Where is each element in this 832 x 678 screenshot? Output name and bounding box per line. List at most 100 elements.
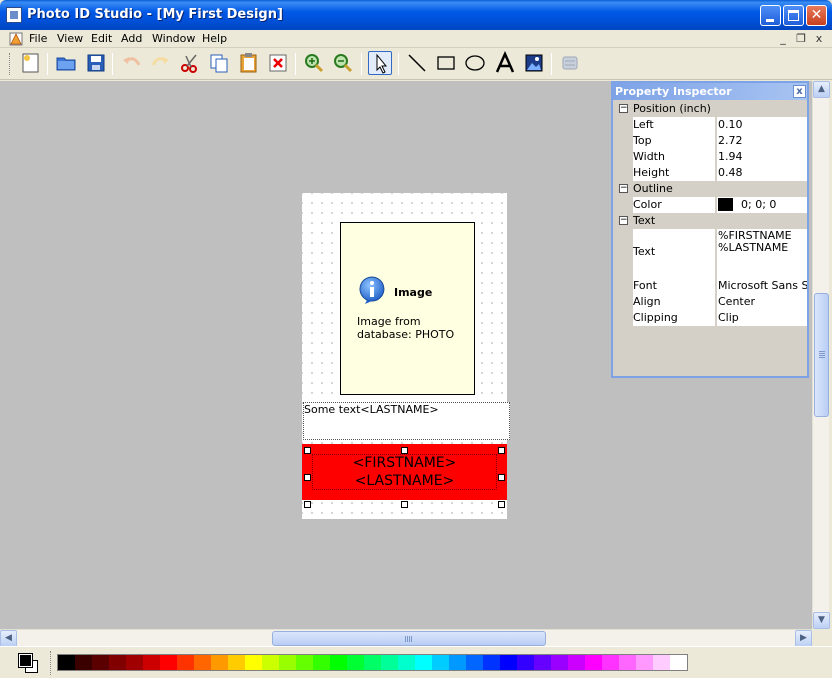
category-outline[interactable]: − Outline xyxy=(615,181,807,197)
palette-color-swatch[interactable] xyxy=(483,655,500,670)
image-tool-button[interactable] xyxy=(522,51,546,75)
collapse-icon[interactable]: − xyxy=(619,184,628,193)
minimize-button[interactable] xyxy=(760,5,781,26)
image-element[interactable]: Image Image from database: PHOTO xyxy=(340,222,475,395)
vertical-scrollbar[interactable]: ▲ ▼ xyxy=(812,81,830,629)
scroll-up-button[interactable]: ▲ xyxy=(813,81,830,98)
palette-color-swatch[interactable] xyxy=(398,655,415,670)
palette-color-swatch[interactable] xyxy=(75,655,92,670)
palette-color-swatch[interactable] xyxy=(670,655,687,670)
property-value-top[interactable]: 2.72 xyxy=(717,133,807,149)
delete-button[interactable] xyxy=(266,51,290,75)
palette-color-swatch[interactable] xyxy=(653,655,670,670)
property-row-left[interactable]: Left 0.10 xyxy=(615,117,807,133)
palette-color-swatch[interactable] xyxy=(262,655,279,670)
property-value-clipping[interactable]: Clip xyxy=(717,310,807,326)
palette-color-swatch[interactable] xyxy=(449,655,466,670)
palette-color-swatch[interactable] xyxy=(466,655,483,670)
horizontal-scrollbar[interactable]: ◀ ▶ xyxy=(0,629,812,647)
zoom-out-button[interactable] xyxy=(331,51,355,75)
palette-color-swatch[interactable] xyxy=(143,655,160,670)
palette-color-swatch[interactable] xyxy=(194,655,211,670)
save-button[interactable] xyxy=(84,51,108,75)
palette-color-swatch[interactable] xyxy=(568,655,585,670)
menu-view[interactable]: View xyxy=(57,32,83,45)
inspector-title-bar[interactable]: Property Inspector x xyxy=(613,83,807,100)
palette-color-swatch[interactable] xyxy=(619,655,636,670)
property-row-clipping[interactable]: Clipping Clip xyxy=(615,310,807,326)
palette-color-swatch[interactable] xyxy=(58,655,75,670)
app-icon[interactable] xyxy=(6,7,22,23)
palette-color-swatch[interactable] xyxy=(228,655,245,670)
property-value-color[interactable]: 0; 0; 0 xyxy=(717,197,807,213)
mdi-restore-button[interactable]: ❐ xyxy=(794,32,808,45)
copy-button[interactable] xyxy=(207,51,231,75)
horizontal-scroll-thumb[interactable] xyxy=(272,631,546,646)
redo-button[interactable] xyxy=(148,51,172,75)
close-button[interactable]: ✕ xyxy=(806,5,827,26)
menu-help[interactable]: Help xyxy=(202,32,227,45)
scroll-right-button[interactable]: ▶ xyxy=(795,630,812,647)
property-value-height[interactable]: 0.48 xyxy=(717,165,807,181)
collapse-icon[interactable]: − xyxy=(619,104,628,113)
text-tool-button[interactable] xyxy=(493,51,517,75)
palette-color-swatch[interactable] xyxy=(160,655,177,670)
property-row-height[interactable]: Height 0.48 xyxy=(615,165,807,181)
toolbar-grip[interactable] xyxy=(9,53,12,75)
menu-window[interactable]: Window xyxy=(152,32,195,45)
database-button[interactable] xyxy=(558,51,582,75)
document-icon[interactable] xyxy=(8,31,24,47)
palette-color-swatch[interactable] xyxy=(517,655,534,670)
palette-color-swatch[interactable] xyxy=(432,655,449,670)
category-position[interactable]: − Position (inch) xyxy=(615,101,807,117)
select-tool-button[interactable] xyxy=(368,51,392,75)
resize-handle-nw[interactable] xyxy=(304,447,311,454)
collapse-icon[interactable]: − xyxy=(619,216,628,225)
palette-color-swatch[interactable] xyxy=(109,655,126,670)
foreground-color-swatch[interactable] xyxy=(18,653,33,668)
text-element[interactable]: Some text<LASTNAME> xyxy=(303,402,510,440)
property-value-left[interactable]: 0.10 xyxy=(717,117,807,133)
mdi-minimize-button[interactable]: _ xyxy=(776,32,790,45)
palette-grip[interactable] xyxy=(50,651,53,675)
palette-color-swatch[interactable] xyxy=(585,655,602,670)
palette-color-swatch[interactable] xyxy=(177,655,194,670)
property-row-text[interactable]: Text %FIRSTNAME %LASTNAME xyxy=(615,229,807,278)
new-design-button[interactable] xyxy=(19,51,43,75)
resize-handle-n[interactable] xyxy=(401,447,408,454)
palette-color-swatch[interactable] xyxy=(211,655,228,670)
palette-color-swatch[interactable] xyxy=(313,655,330,670)
mdi-close-button[interactable]: x xyxy=(812,32,826,45)
ellipse-tool-button[interactable] xyxy=(463,51,487,75)
resize-handle-e[interactable] xyxy=(498,474,505,481)
palette-color-swatch[interactable] xyxy=(92,655,109,670)
palette-color-swatch[interactable] xyxy=(551,655,568,670)
category-text[interactable]: − Text xyxy=(615,213,807,229)
property-row-color[interactable]: Color 0; 0; 0 xyxy=(615,197,807,213)
property-value-font[interactable]: Microsoft Sans Serif xyxy=(717,278,807,294)
resize-handle-w[interactable] xyxy=(304,474,311,481)
palette-color-swatch[interactable] xyxy=(636,655,653,670)
palette-color-swatch[interactable] xyxy=(126,655,143,670)
cut-button[interactable] xyxy=(178,51,202,75)
line-tool-button[interactable] xyxy=(405,51,429,75)
resize-handle-ne[interactable] xyxy=(498,447,505,454)
menu-edit[interactable]: Edit xyxy=(91,32,112,45)
palette-color-swatch[interactable] xyxy=(347,655,364,670)
inspector-close-button[interactable]: x xyxy=(793,85,806,98)
resize-handle-se[interactable] xyxy=(498,501,505,508)
resize-handle-sw[interactable] xyxy=(304,501,311,508)
palette-color-swatch[interactable] xyxy=(415,655,432,670)
foreground-background-colors[interactable] xyxy=(17,652,39,674)
menu-add[interactable]: Add xyxy=(121,32,142,45)
zoom-in-button[interactable] xyxy=(302,51,326,75)
palette-color-swatch[interactable] xyxy=(602,655,619,670)
palette-color-swatch[interactable] xyxy=(279,655,296,670)
palette-color-swatch[interactable] xyxy=(364,655,381,670)
property-row-top[interactable]: Top 2.72 xyxy=(615,133,807,149)
property-row-font[interactable]: Font Microsoft Sans Serif xyxy=(615,278,807,294)
property-row-align[interactable]: Align Center xyxy=(615,294,807,310)
resize-handle-s[interactable] xyxy=(401,501,408,508)
palette-color-swatch[interactable] xyxy=(245,655,262,670)
property-row-width[interactable]: Width 1.94 xyxy=(615,149,807,165)
